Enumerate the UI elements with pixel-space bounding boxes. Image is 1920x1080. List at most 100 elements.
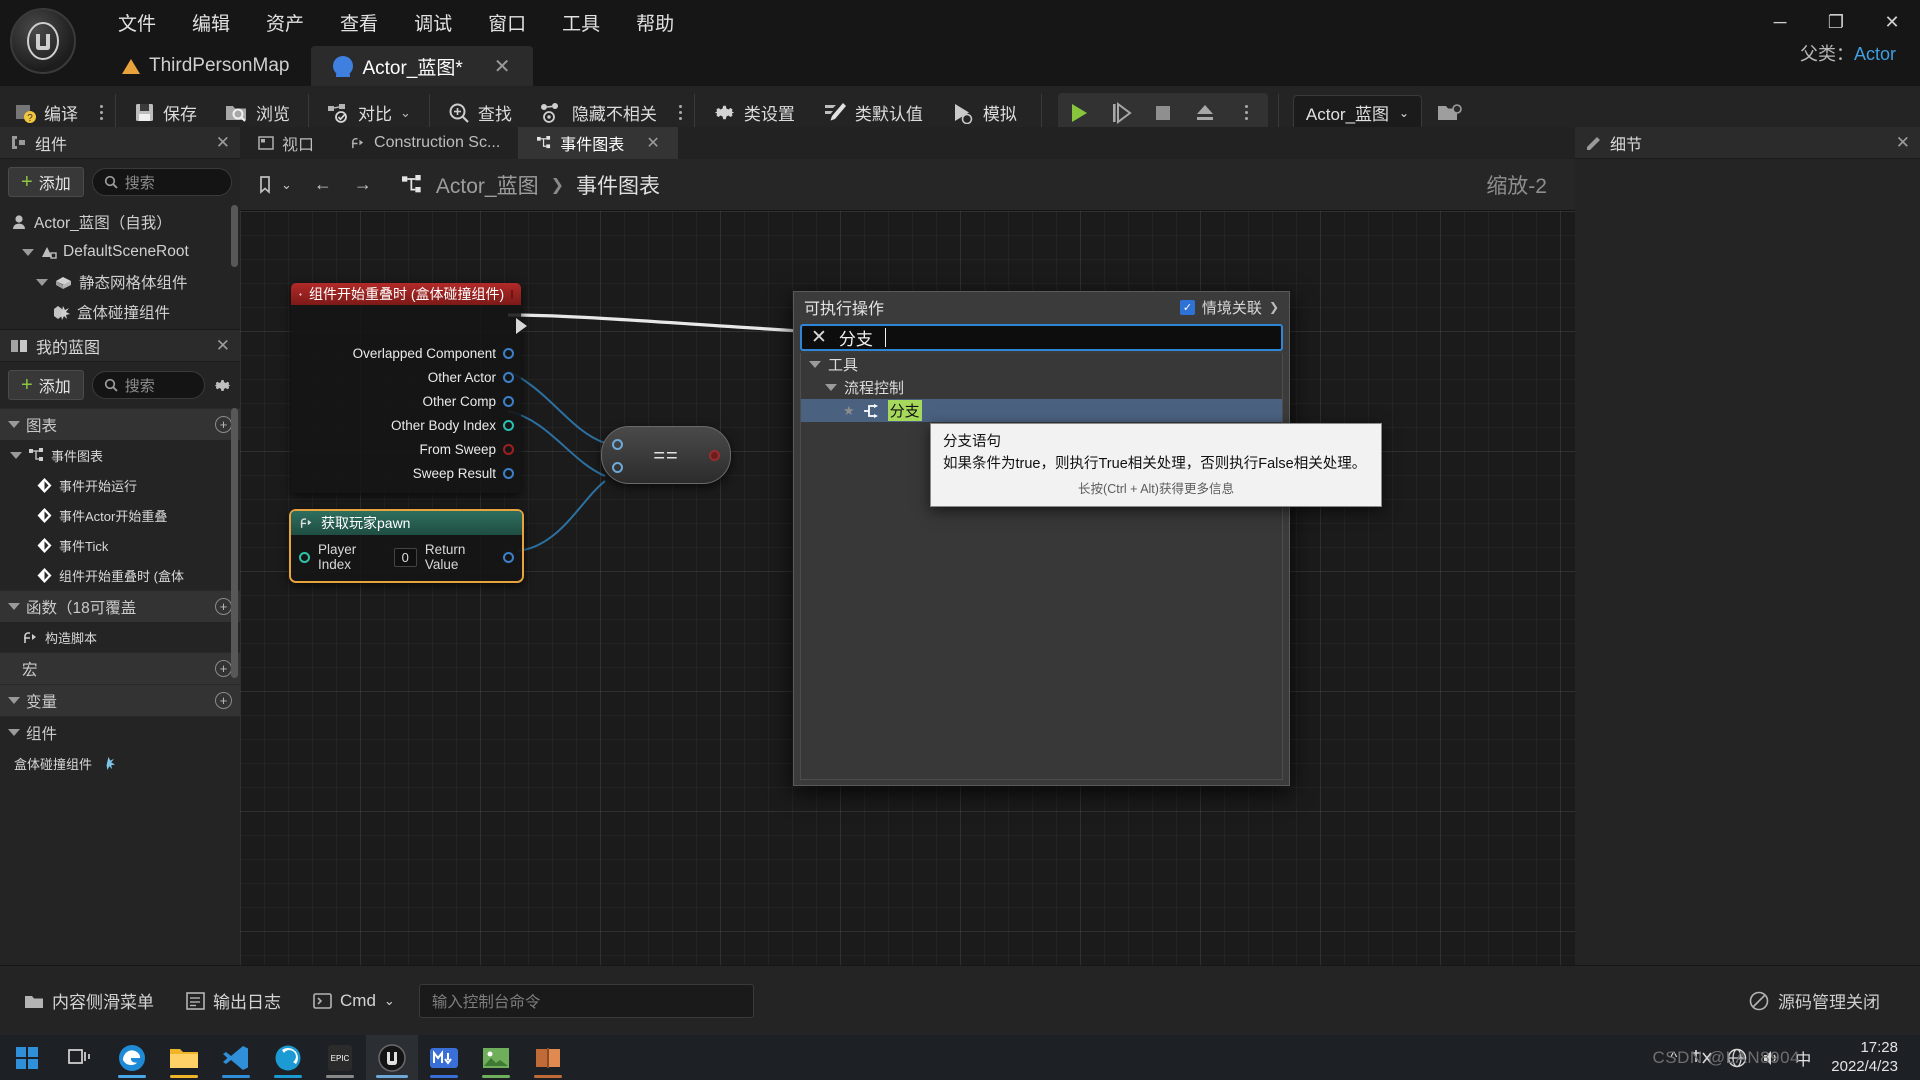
node-pin-row[interactable]: Other Body Index — [291, 413, 521, 437]
add-macro-button[interactable]: + — [215, 660, 232, 677]
tree-item-event-actor-begin-overlap[interactable]: 事件Actor开始重叠 — [0, 500, 240, 530]
output-pin[interactable] — [503, 372, 514, 383]
caret-down-icon[interactable] — [8, 697, 20, 704]
graph-back-button[interactable]: ← — [306, 168, 340, 201]
context-menu-action-branch[interactable]: ★ 分支 — [801, 399, 1282, 422]
section-variables[interactable]: 变量 + — [0, 684, 240, 716]
output-log-button[interactable]: 输出日志 — [172, 979, 295, 1023]
taskbar-app-image-viewer[interactable] — [470, 1035, 522, 1080]
tree-item-event-graph[interactable]: 事件图表 — [0, 440, 240, 470]
tree-item-event-begin-play[interactable]: 事件开始运行 — [0, 470, 240, 500]
caret-down-icon[interactable] — [809, 361, 821, 368]
taskbar-app-epic-games[interactable]: EPIC — [314, 1035, 366, 1080]
tree-item-event-tick[interactable]: 事件Tick — [0, 530, 240, 560]
add-blueprint-item-button[interactable]: + 添加 — [8, 370, 84, 400]
node-collapse-icon[interactable] — [511, 290, 513, 299]
favorite-star-icon[interactable]: ★ — [843, 403, 855, 419]
breadcrumb-root[interactable]: Actor_蓝图 — [436, 170, 539, 200]
component-row-boxcollision[interactable]: 盒体碰撞组件 — [0, 297, 240, 327]
graph-tab-viewport[interactable]: 视口 — [240, 127, 332, 159]
components-search-input[interactable]: 搜索 — [92, 168, 232, 196]
close-window-button[interactable]: ✕ — [1864, 0, 1920, 44]
section-components[interactable]: 组件 — [0, 716, 240, 748]
menu-item-help[interactable]: 帮助 — [618, 3, 692, 42]
component-row-defaultsceneroot[interactable]: DefaultSceneRoot — [0, 237, 240, 267]
taskbar-app-file-explorer[interactable] — [158, 1035, 210, 1080]
caret-down-icon[interactable] — [825, 384, 837, 391]
add-variable-button[interactable]: + — [215, 692, 232, 709]
section-graphs[interactable]: 图表 + — [0, 408, 240, 440]
context-menu-search-input[interactable]: ✕ 分支 — [800, 324, 1283, 351]
parent-class-value[interactable]: Actor — [1854, 44, 1896, 64]
unreal-logo-icon[interactable] — [10, 8, 76, 74]
console-command-input[interactable]: 输入控制台命令 — [419, 984, 754, 1018]
minimize-button[interactable]: ─ — [1752, 0, 1808, 44]
start-button[interactable] — [0, 1035, 54, 1080]
add-graph-button[interactable]: + — [215, 416, 232, 433]
my-blueprint-search-input[interactable]: 搜索 — [92, 371, 205, 399]
menu-item-view[interactable]: 查看 — [322, 3, 396, 42]
get-player-pawn-node[interactable]: 获取玩家pawn Player Index 0 Return Value — [289, 509, 524, 583]
tree-item-component-begin-overlap[interactable]: 组件开始重叠时 (盒体 — [0, 560, 240, 590]
context-menu-category-tools[interactable]: 工具 — [801, 353, 1282, 376]
menu-item-tools[interactable]: 工具 — [544, 3, 618, 42]
close-icon[interactable]: ✕ — [646, 133, 659, 153]
source-control-status[interactable]: 源码管理关闭 — [1749, 988, 1910, 1013]
graph-bookmark-button[interactable]: ⌄ — [250, 169, 300, 201]
gear-icon[interactable] — [213, 376, 232, 395]
caret-down-icon[interactable] — [8, 603, 20, 610]
node-pin-row[interactable]: Other Comp — [291, 389, 521, 413]
close-icon[interactable]: ✕ — [494, 54, 511, 79]
taskbar-app-markdown[interactable] — [418, 1035, 470, 1080]
context-menu-category-flow-control[interactable]: 流程控制 — [801, 376, 1282, 399]
output-pin[interactable] — [503, 396, 514, 407]
menu-item-file[interactable]: 文件 — [100, 3, 174, 42]
node-pin-row[interactable]: From Sweep — [291, 437, 521, 461]
equal-operator-node[interactable]: == — [601, 426, 731, 484]
menu-item-debug[interactable]: 调试 — [396, 3, 470, 42]
output-pin[interactable] — [503, 444, 514, 455]
compile-options-button[interactable] — [92, 105, 111, 120]
close-icon[interactable]: ✕ — [216, 336, 230, 356]
player-index-value-field[interactable]: 0 — [394, 548, 417, 567]
caret-down-icon[interactable] — [22, 249, 34, 256]
caret-down-icon[interactable] — [8, 729, 20, 736]
section-functions[interactable]: 函数（18可覆盖 + — [0, 590, 240, 622]
taskbar-app-vscode[interactable] — [210, 1035, 262, 1080]
graph-forward-button[interactable]: → — [346, 168, 380, 201]
content-drawer-button[interactable]: 内容侧滑菜单 — [10, 979, 168, 1023]
exec-out-pin[interactable] — [516, 318, 527, 334]
menu-item-assets[interactable]: 资产 — [248, 3, 322, 42]
graph-tab-construction-script[interactable]: Construction Sc... — [332, 127, 518, 159]
output-pin[interactable] — [503, 348, 514, 359]
expand-arrow-icon[interactable]: ❯ — [1269, 300, 1279, 314]
tree-item-construction-script[interactable]: 构造脚本 — [0, 622, 240, 652]
menu-item-edit[interactable]: 编辑 — [174, 3, 248, 42]
clear-search-icon[interactable]: ✕ — [811, 326, 827, 349]
taskbar-app-unreal-editor[interactable] — [366, 1035, 418, 1080]
output-pin[interactable] — [503, 420, 514, 431]
input-pin-player-index[interactable] — [299, 552, 310, 563]
my-blueprint-scrollbar[interactable] — [231, 408, 238, 678]
menu-item-window[interactable]: 窗口 — [470, 3, 544, 42]
task-view-button[interactable] — [54, 1035, 106, 1080]
maximize-button[interactable]: ❐ — [1808, 0, 1864, 44]
add-component-button[interactable]: + 添加 — [8, 167, 84, 197]
taskbar-clock[interactable]: 17:28 2022/4/23 — [1825, 1039, 1912, 1077]
output-pin[interactable] — [503, 468, 514, 479]
node-pin-row[interactable]: Other Actor — [291, 365, 521, 389]
node-pin-row[interactable]: Overlapped Component — [291, 341, 521, 365]
taskbar-app-edge[interactable] — [106, 1035, 158, 1080]
component-row-self[interactable]: Actor_蓝图（自我） — [0, 207, 240, 237]
output-pin-return-value[interactable] — [503, 552, 514, 563]
caret-down-icon[interactable] — [10, 452, 22, 459]
component-row-staticmesh[interactable]: 静态网格体组件 — [0, 267, 240, 297]
tree-item-box-collision-variable[interactable]: 盒体碰撞组件 — [0, 748, 240, 778]
caret-down-icon[interactable] — [8, 421, 20, 428]
graph-tab-event-graph[interactable]: 事件图表 ✕ — [518, 127, 677, 159]
caret-down-icon[interactable] — [36, 279, 48, 286]
cmd-dropdown-button[interactable]: Cmd ⌄ — [299, 979, 409, 1023]
component-begin-overlap-node[interactable]: 组件开始重叠时 (盒体碰撞组件) Overlapped Component Ot… — [291, 283, 521, 493]
node-pin-row[interactable]: Sweep Result — [291, 461, 521, 485]
section-macros[interactable]: 宏 + — [0, 652, 240, 684]
